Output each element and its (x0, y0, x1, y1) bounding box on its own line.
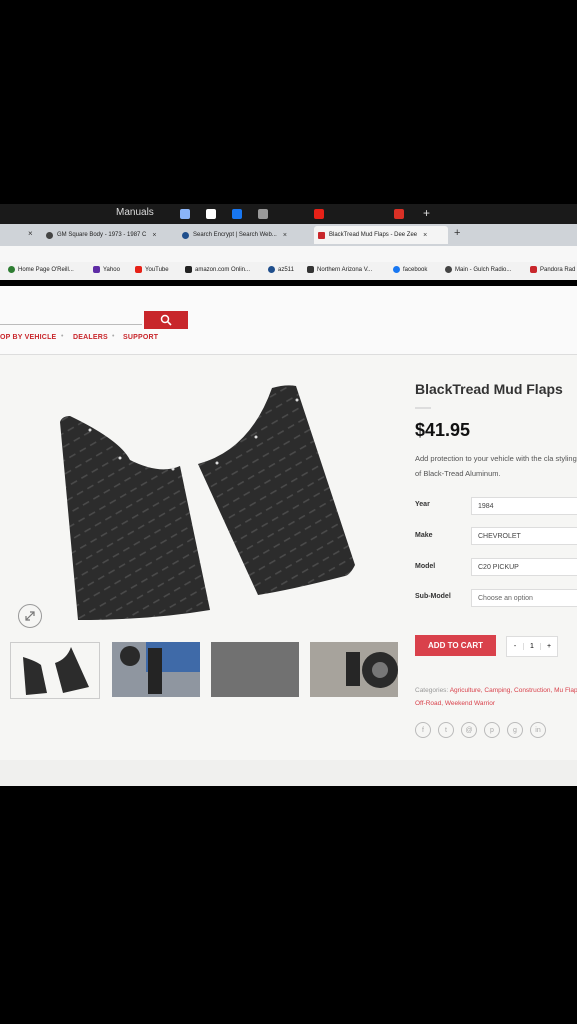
model-select[interactable]: C20 PICKUP (471, 558, 577, 576)
app-icon[interactable] (258, 209, 268, 219)
facebook-share-icon[interactable]: f (415, 722, 431, 738)
bookmark-gulch-radio[interactable]: Main - Gulch Radio... (445, 266, 511, 273)
amazon-icon[interactable] (206, 209, 216, 219)
thumbnail-tread-closeup[interactable] (211, 642, 299, 697)
year-select[interactable]: 1984 (471, 497, 577, 515)
year-label: Year (415, 501, 430, 508)
make-select[interactable]: CHEVROLET (471, 527, 577, 545)
bookmark-icon (8, 266, 15, 273)
tab-label: Search Encrypt | Search Web... (193, 232, 277, 238)
categories-label: Categories: (415, 687, 449, 694)
bookmark-icon (445, 266, 452, 273)
qty-plus-button[interactable]: + (541, 643, 557, 650)
new-tab-button[interactable]: + (454, 227, 460, 239)
rivet-icon (118, 456, 122, 460)
product-title: BlackTread Mud Flaps (415, 381, 563, 397)
product-price: $41.95 (415, 420, 471, 440)
tab-blacktread[interactable]: BlackTread Mud Flaps - Dee Zee × (314, 226, 448, 244)
yahoo-icon (93, 266, 100, 273)
rivet-icon (254, 435, 258, 439)
mud-flap-right (55, 647, 89, 693)
az511-icon (268, 266, 275, 273)
bookmark-oreilly[interactable]: Home Page O'Reill... (8, 266, 74, 273)
thumbnail-truck-wheel[interactable] (112, 642, 200, 697)
close-icon[interactable]: × (283, 232, 287, 239)
tab-gm-square-body[interactable]: GM Square Body - 1973 - 1987 C × (46, 226, 174, 244)
shield-icon (182, 231, 189, 239)
make-label: Make (415, 532, 433, 539)
close-icon[interactable]: × (28, 229, 33, 238)
bookmark-facebook[interactable]: facebook (393, 266, 427, 273)
gmail-icon[interactable] (394, 209, 404, 219)
mud-flap-left (23, 657, 47, 695)
qty-input[interactable]: 1 (524, 643, 541, 650)
page-footer-strip (0, 760, 577, 786)
bookmark-yahoo[interactable]: Yahoo (93, 266, 120, 273)
expand-icon (25, 611, 35, 621)
search-button[interactable] (144, 311, 188, 329)
tab-search-encrypt[interactable]: Search Encrypt | Search Web... × (182, 226, 308, 244)
product-image[interactable] (50, 380, 370, 630)
bookmark-northern-arizona[interactable]: Northern Arizona V... (307, 266, 372, 273)
twitter-share-icon[interactable]: t (438, 722, 454, 738)
pinterest-share-icon[interactable]: p (484, 722, 500, 738)
globe-icon (46, 231, 53, 239)
bookmark-pandora[interactable]: Pandora Rad (530, 266, 575, 273)
close-icon[interactable]: × (152, 232, 156, 239)
submodel-select[interactable]: Choose an option (471, 589, 577, 607)
youtube-icon[interactable] (314, 209, 324, 219)
close-icon[interactable]: × (423, 232, 427, 239)
rivet-icon (171, 467, 175, 471)
search-icon (160, 314, 172, 326)
categories: Categories: Agriculture, Camping, Constr… (415, 684, 577, 710)
nav-shop-by-vehicle[interactable]: OP BY VEHICLE (0, 334, 56, 341)
product-description: Add protection to your vehicle with the … (415, 454, 577, 478)
site-header (0, 286, 577, 355)
add-to-cart-button[interactable]: ADD TO CART (415, 635, 496, 656)
rivet-icon (215, 461, 219, 465)
taskbar: Manuals + (0, 204, 577, 224)
qty-minus-button[interactable]: - (507, 643, 524, 650)
nav-dealers[interactable]: DEALERS (73, 334, 108, 341)
bookmarks-bar: Home Page O'Reill... Yahoo YouTube amazo… (0, 262, 577, 280)
pandora-icon (530, 266, 537, 273)
nav-separator: • (112, 333, 115, 340)
address-bar-area (0, 246, 577, 262)
thumbnail-offroad-truck[interactable] (310, 642, 398, 697)
submodel-label: Sub-Model (415, 593, 451, 600)
googleplus-share-icon[interactable]: g (507, 722, 523, 738)
rivet-icon (295, 398, 299, 402)
amazon-icon (185, 266, 192, 273)
model-label: Model (415, 563, 436, 570)
rivet-icon (88, 428, 92, 432)
facebook-icon[interactable] (232, 209, 242, 219)
quantity-stepper: - 1 + (506, 636, 558, 657)
mud-flap-left (60, 416, 210, 620)
thumbnail-mud-flaps[interactable] (10, 642, 100, 699)
title-divider (415, 407, 431, 409)
mud-flap-right (198, 385, 355, 595)
tab-label: BlackTread Mud Flaps - Dee Zee (329, 232, 418, 238)
search-input[interactable] (0, 324, 142, 325)
bookmark-amazon[interactable]: amazon.com Onlin... (185, 266, 250, 273)
bookmark-youtube[interactable]: YouTube (135, 266, 169, 273)
youtube-icon (135, 266, 142, 273)
bookmark-az511[interactable]: az511 (268, 266, 294, 273)
nav-support[interactable]: SUPPORT (123, 334, 158, 341)
bookmark-icon (307, 266, 314, 273)
taskbar-manuals[interactable]: Manuals (116, 207, 154, 218)
app-icon[interactable] (180, 209, 190, 219)
linkedin-share-icon[interactable]: in (530, 722, 546, 738)
add-icon[interactable]: + (423, 206, 430, 220)
tab-label: GM Square Body - 1973 - 1987 C (57, 232, 147, 238)
facebook-icon (393, 266, 400, 273)
tab-bar: × GM Square Body - 1973 - 1987 C × Searc… (0, 224, 577, 246)
email-share-icon[interactable]: @ (461, 722, 477, 738)
deezee-icon (318, 231, 325, 239)
zoom-button[interactable] (18, 604, 42, 628)
nav-separator: • (61, 333, 64, 340)
